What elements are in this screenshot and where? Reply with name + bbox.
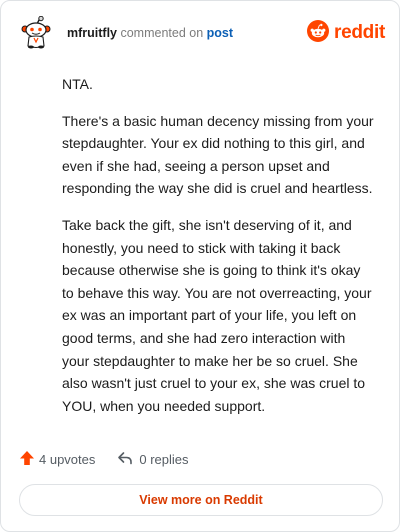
snoo-avatar-icon[interactable] — [19, 16, 53, 50]
username-link[interactable]: mfruitfly — [67, 26, 117, 40]
reddit-wordmark: reddit — [334, 22, 385, 43]
upvote-button[interactable]: 4 upvotes — [19, 450, 95, 469]
comment-body: NTA. There's a basic human decency missi… — [62, 73, 374, 431]
comment-paragraph: There's a basic human decency missing fr… — [62, 112, 374, 197]
post-link[interactable]: post — [207, 26, 233, 40]
view-more-button[interactable]: View more on Reddit — [19, 484, 383, 516]
comment-paragraph: Take back the gift, she isn't deserving … — [62, 216, 372, 414]
reddit-logo-icon — [307, 19, 330, 47]
upvote-arrow-icon — [19, 450, 35, 469]
reddit-brand[interactable]: reddit — [307, 19, 385, 47]
action-text: commented on — [120, 26, 204, 40]
comment-meta: mfruitfly commented on post — [67, 26, 233, 40]
comment-header: mfruitfly commented on post reddit — [15, 15, 385, 51]
comment-actions: 4 upvotes 0 replies — [19, 450, 189, 469]
comment-paragraph: NTA. — [62, 76, 93, 92]
reply-arrow-icon — [117, 450, 133, 469]
upvotes-label: 4 upvotes — [39, 452, 96, 467]
replies-label: 0 replies — [139, 452, 189, 467]
embedded-comment-card: mfruitfly commented on post reddit NTA. … — [0, 0, 400, 532]
replies-button[interactable]: 0 replies — [117, 450, 189, 469]
